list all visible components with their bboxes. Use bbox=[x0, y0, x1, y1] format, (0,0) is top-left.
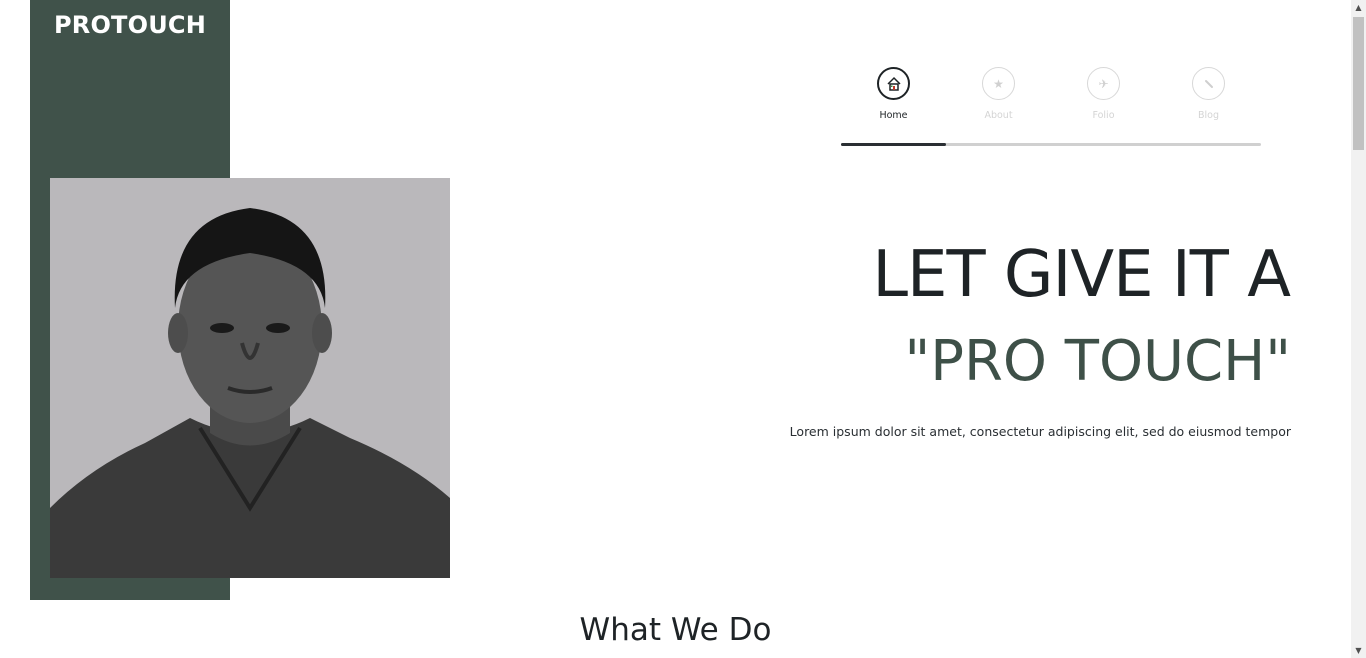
hero-description: Lorem ipsum dolor sit amet, consectetur … bbox=[789, 424, 1291, 439]
scroll-up-arrow-icon[interactable]: ▲ bbox=[1351, 0, 1366, 15]
brand-logo[interactable]: PROTOUCH bbox=[30, 11, 230, 39]
nav-progress-track bbox=[841, 143, 1261, 146]
home-icon bbox=[877, 67, 910, 100]
nav-label-folio: Folio bbox=[1092, 110, 1115, 121]
nav-item-folio[interactable]: ✈ Folio bbox=[1051, 67, 1156, 127]
nav-label-home: Home bbox=[879, 110, 908, 121]
plane-icon: ✈ bbox=[1087, 67, 1120, 100]
scrollbar-thumb[interactable] bbox=[1353, 17, 1364, 150]
star-icon: ★ bbox=[982, 67, 1015, 100]
section-title: What We Do bbox=[579, 612, 772, 648]
main-nav: Home ★ About ✈ Folio Blog bbox=[841, 67, 1261, 149]
vertical-scrollbar[interactable]: ▲ ▼ bbox=[1351, 0, 1366, 658]
page: PROTOUCH Home ★ About ✈ Folio Blog LET G… bbox=[0, 0, 1366, 658]
nav-item-about[interactable]: ★ About bbox=[946, 67, 1051, 127]
nav-progress-bar bbox=[841, 143, 946, 146]
hero-subheading: "PRO TOUCH" bbox=[904, 329, 1291, 394]
nav-label-about: About bbox=[984, 110, 1013, 121]
nav-item-home[interactable]: Home bbox=[841, 67, 946, 127]
hero-heading: LET GIVE IT A bbox=[872, 238, 1291, 312]
nav-item-blog[interactable]: Blog bbox=[1156, 67, 1261, 127]
pencil-icon bbox=[1192, 67, 1225, 100]
nav-label-blog: Blog bbox=[1198, 110, 1219, 121]
scroll-down-arrow-icon[interactable]: ▼ bbox=[1351, 643, 1366, 658]
profile-photo bbox=[50, 178, 450, 578]
